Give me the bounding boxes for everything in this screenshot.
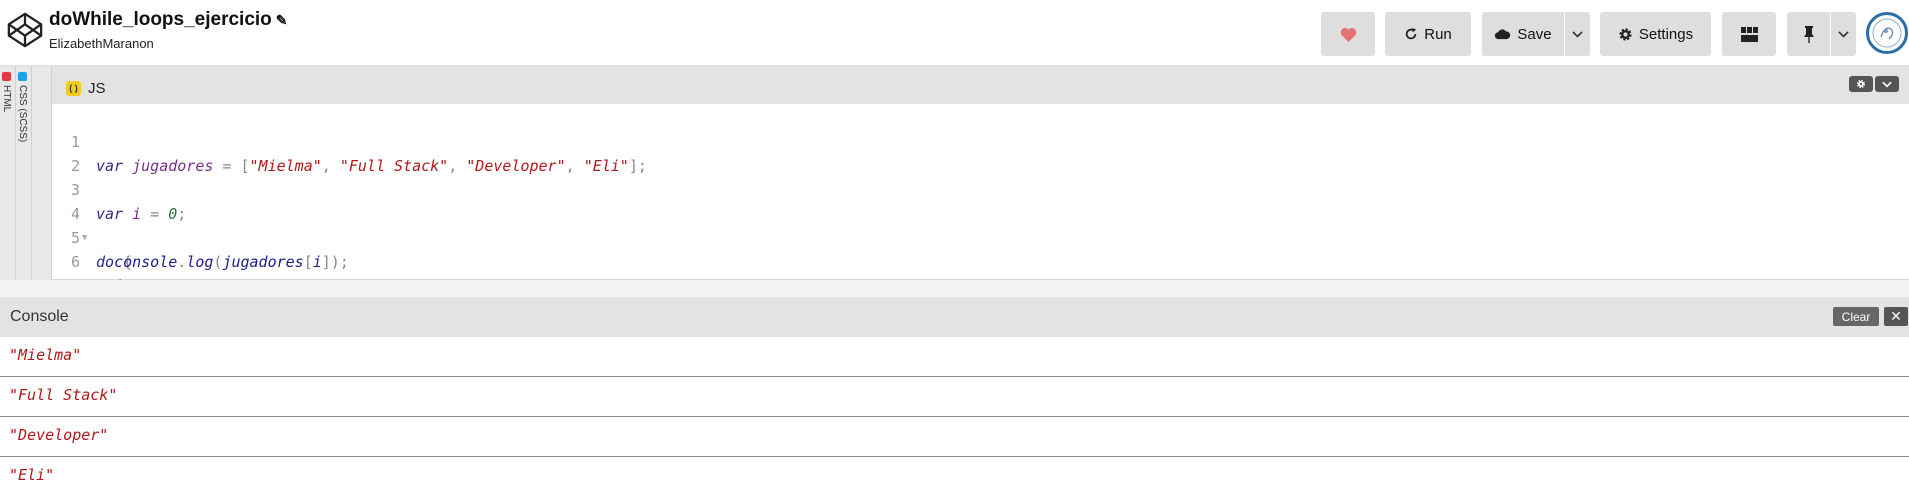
collapsed-editor-tabs: HTML CSS (SCSS) bbox=[0, 66, 52, 280]
code-line: 3 var i = 0; bbox=[52, 154, 1909, 223]
pen-title[interactable]: doWhile_loops_ejercicio ✎ bbox=[49, 9, 288, 31]
code-line: 7 } while (i < jugadores.length) bbox=[52, 250, 1909, 319]
css-editor-tab[interactable]: CSS (SCSS) bbox=[16, 72, 32, 192]
console-title: Console bbox=[10, 308, 69, 325]
console-output-row: "Eli" bbox=[0, 457, 1909, 497]
editor-collapse-button[interactable] bbox=[1875, 76, 1899, 92]
avatar-image-icon bbox=[1872, 18, 1902, 48]
pen-author[interactable]: ElizabethMaranon bbox=[49, 36, 154, 51]
gear-icon bbox=[1619, 27, 1632, 41]
code-line: 6 i++; bbox=[52, 226, 1909, 295]
console-output-row: "Developer" bbox=[0, 417, 1909, 457]
run-button[interactable]: Run bbox=[1385, 12, 1471, 56]
pin-button[interactable] bbox=[1787, 12, 1830, 56]
user-avatar[interactable] bbox=[1866, 12, 1908, 54]
js-badge-icon: ( ) bbox=[66, 80, 81, 96]
console-output-row: "Mielma" bbox=[0, 337, 1909, 377]
console-output-text: "Mielma" bbox=[9, 346, 82, 364]
tab-divider bbox=[31, 66, 32, 280]
code-line: 5 console.log(jugadores[i]); bbox=[52, 202, 1909, 271]
change-view-button[interactable] bbox=[1722, 12, 1776, 56]
pencil-edit-icon[interactable]: ✎ bbox=[276, 12, 288, 29]
console-output-row: "Full Stack" bbox=[0, 377, 1909, 417]
gear-icon bbox=[1856, 79, 1866, 89]
console-header: Console Clear ✕ bbox=[0, 297, 1909, 337]
run-label: Run bbox=[1424, 25, 1452, 43]
save-options-dropdown[interactable] bbox=[1565, 12, 1590, 56]
code-line: 2 bbox=[52, 130, 1909, 175]
love-button[interactable] bbox=[1321, 12, 1375, 56]
pin-icon bbox=[1803, 25, 1814, 43]
css-badge-icon bbox=[18, 72, 27, 81]
chevron-down-icon bbox=[1882, 81, 1892, 87]
close-console-button[interactable]: ✕ bbox=[1884, 307, 1908, 326]
resize-handle[interactable] bbox=[0, 280, 1909, 297]
js-editor-header: ( ) JS bbox=[52, 66, 1909, 104]
html-editor-tab[interactable]: HTML bbox=[0, 72, 16, 192]
layout-grid-icon bbox=[1740, 26, 1758, 42]
clear-console-button[interactable]: Clear bbox=[1833, 307, 1879, 326]
refresh-icon bbox=[1406, 27, 1417, 40]
editor-settings-button[interactable] bbox=[1849, 76, 1873, 92]
pin-options-dropdown[interactable] bbox=[1831, 12, 1856, 56]
header-bar: doWhile_loops_ejercicio ✎ ElizabethMarano… bbox=[0, 0, 1909, 66]
console-output-text: "Full Stack" bbox=[9, 386, 118, 404]
chevron-down-icon bbox=[1838, 30, 1849, 38]
settings-label: Settings bbox=[1638, 25, 1694, 43]
save-button[interactable]: Save bbox=[1482, 12, 1564, 56]
console-output-text: "Eli" bbox=[9, 466, 55, 484]
code-line: 4 ▼ do { bbox=[52, 178, 1909, 271]
code-editor[interactable]: 1 var jugadores = ["Mielma", "Full Stack… bbox=[52, 104, 1909, 319]
console-output-text: "Developer" bbox=[9, 426, 109, 444]
js-editor-tab[interactable]: ( ) JS bbox=[56, 72, 116, 104]
chevron-down-icon bbox=[1572, 30, 1583, 38]
pen-title-text: doWhile_loops_ejercicio bbox=[49, 9, 272, 30]
heart-icon bbox=[1340, 27, 1356, 42]
js-tab-label: JS bbox=[88, 79, 106, 97]
codepen-logo-icon[interactable] bbox=[6, 11, 44, 49]
css-tab-label: CSS (SCSS) bbox=[17, 85, 28, 143]
code-line: 1 var jugadores = ["Mielma", "Full Stack… bbox=[52, 106, 1909, 175]
save-label: Save bbox=[1517, 25, 1552, 43]
cloud-icon bbox=[1495, 29, 1511, 40]
html-tab-label: HTML bbox=[1, 85, 12, 113]
settings-button[interactable]: Settings bbox=[1600, 12, 1711, 56]
html-badge-icon bbox=[2, 72, 11, 81]
